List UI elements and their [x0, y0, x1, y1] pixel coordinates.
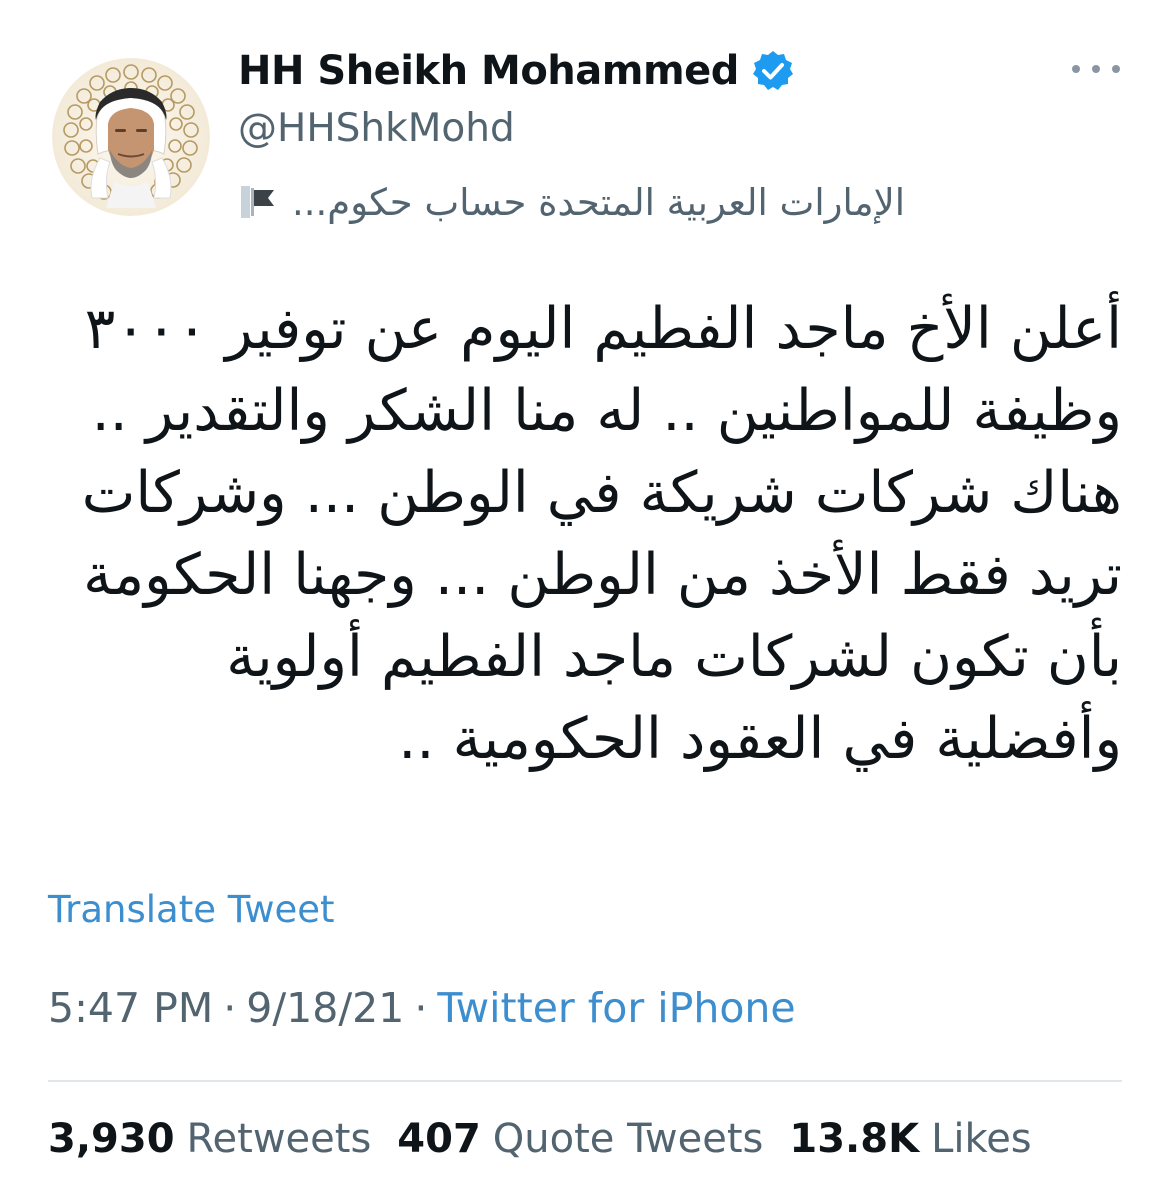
tweet-date[interactable]: 9/18/21	[246, 984, 404, 1032]
flag-icon	[238, 182, 278, 222]
quote-tweets-count: 407	[397, 1116, 481, 1162]
quote-tweets-stat[interactable]: 407 Quote Tweets	[397, 1116, 763, 1162]
avatar[interactable]	[52, 58, 210, 216]
verified-badge-icon	[751, 49, 795, 93]
divider	[48, 1080, 1122, 1082]
retweets-stat[interactable]: 3,930 Retweets	[48, 1116, 371, 1162]
author-handle[interactable]: @HHShkMohd	[238, 106, 515, 151]
likes-count: 13.8K	[789, 1116, 920, 1162]
retweets-label: Retweets	[186, 1116, 372, 1162]
tweet-detail: HH Sheikh Mohammed @HHShkMohd الإمارات ا…	[0, 0, 1169, 1190]
engagement-stats: 3,930 Retweets 407 Quote Tweets 13.8K Li…	[48, 1116, 1032, 1162]
tweet-source-link[interactable]: Twitter for iPhone	[437, 984, 795, 1032]
government-account-label: الإمارات العربية المتحدة حساب حكوم...	[292, 180, 906, 224]
tweet-text-line: هناك شركات شريكة في الوطن ... وشركات	[81, 460, 1122, 526]
tweet-text: أعلن الأخ ماجد الفطيم اليوم عن توفير ٣٠٠…	[40, 288, 1122, 780]
meta-separator: ·	[223, 984, 237, 1032]
tweet-text-line: أعلن الأخ ماجد الفطيم اليوم عن توفير ٣٠٠…	[84, 296, 1122, 362]
tweet-text-line: بأن تكون لشركات ماجد الفطيم أولوية	[226, 624, 1122, 690]
tweet-text-line: وظيفة للمواطنين .. له منا الشكر والتقدير…	[91, 378, 1122, 444]
tweet-time[interactable]: 5:47 PM	[48, 984, 213, 1032]
more-horizontal-icon[interactable]	[1072, 54, 1120, 84]
translate-tweet-link[interactable]: Translate Tweet	[48, 888, 335, 931]
likes-label: Likes	[931, 1116, 1032, 1162]
more-dot	[1072, 65, 1080, 73]
tweet-text-line: وأفضلية في العقود الحكومية ..	[398, 706, 1122, 772]
meta-separator: ·	[414, 984, 428, 1032]
affiliation-label-row: الإمارات العربية المتحدة حساب حكوم...	[238, 174, 1038, 230]
tweet-text-line: تريد فقط الأخذ من الوطن ... وجهنا الحكوم…	[83, 542, 1122, 608]
more-dot	[1092, 65, 1100, 73]
retweets-count: 3,930	[48, 1116, 175, 1162]
quote-tweets-label: Quote Tweets	[492, 1116, 764, 1162]
more-dot	[1112, 65, 1120, 73]
tweet-metadata: 5:47 PM · 9/18/21 · Twitter for iPhone	[48, 984, 796, 1032]
likes-stat[interactable]: 13.8K Likes	[789, 1116, 1031, 1162]
author-name-row[interactable]: HH Sheikh Mohammed	[238, 44, 795, 98]
avatar-image	[52, 58, 210, 216]
author-display-name[interactable]: HH Sheikh Mohammed	[238, 48, 739, 94]
